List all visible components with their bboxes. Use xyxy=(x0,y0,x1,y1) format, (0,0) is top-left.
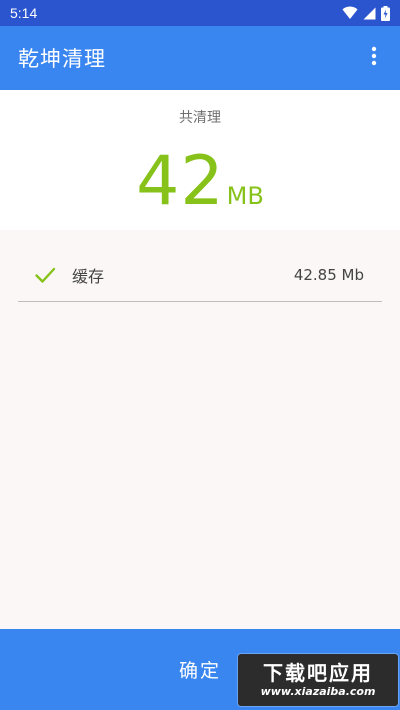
battery-charging-icon xyxy=(381,5,390,21)
site-watermark: 下载吧应用 www.xiazaiba.com xyxy=(238,654,398,706)
list-item-cache[interactable]: 缓存 42.85 Mb xyxy=(18,248,382,302)
status-bar: 5:14 xyxy=(0,0,400,26)
cleaned-amount-value: 42 xyxy=(136,142,225,221)
watermark-title: 下载吧应用 xyxy=(263,661,373,685)
cleanup-summary: 共清理 42 MB xyxy=(0,90,400,230)
more-options-button[interactable] xyxy=(362,38,386,78)
more-vert-icon xyxy=(371,46,377,70)
wifi-icon xyxy=(342,6,358,20)
cleaned-amount: 42 MB xyxy=(0,142,400,222)
cellular-signal-icon xyxy=(363,7,376,20)
status-time: 5:14 xyxy=(10,5,38,21)
summary-label: 共清理 xyxy=(179,110,221,126)
list-item-label: 缓存 xyxy=(72,266,105,286)
check-icon xyxy=(34,264,56,286)
watermark-url: www.xiazaiba.com xyxy=(260,685,376,698)
app-title: 乾坤清理 xyxy=(18,47,106,71)
app-bar: 乾坤清理 xyxy=(0,26,400,90)
cleaned-items-list: 缓存 42.85 Mb xyxy=(0,230,400,629)
cleaned-amount-unit: MB xyxy=(226,182,264,210)
status-icons xyxy=(342,5,390,21)
list-item-size: 42.85 Mb xyxy=(293,265,364,284)
confirm-button-label: 确定 xyxy=(178,660,221,682)
